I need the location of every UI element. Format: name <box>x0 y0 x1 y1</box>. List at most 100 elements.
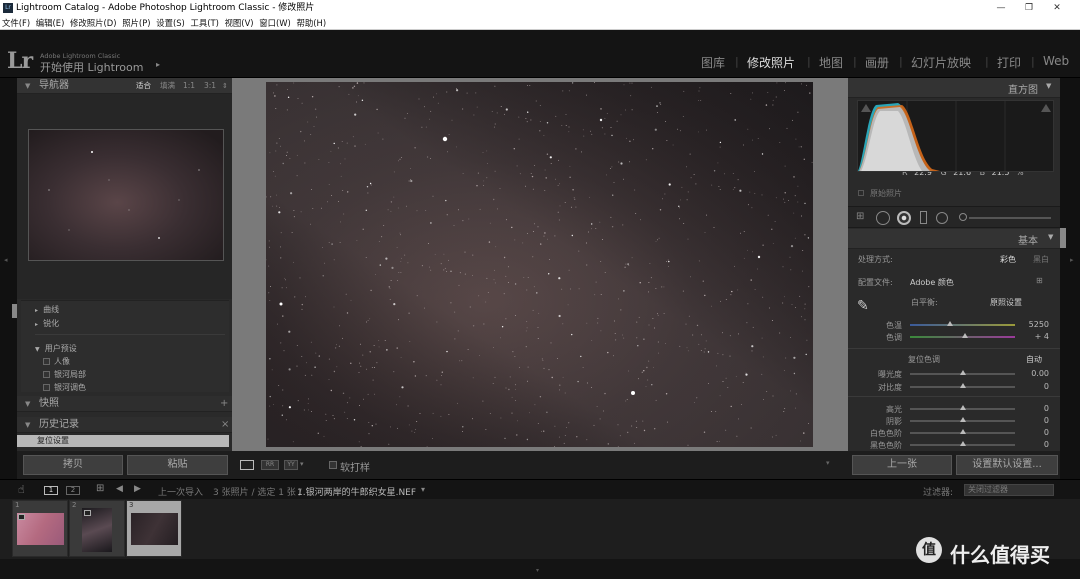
zoom-fill[interactable]: 填满 <box>160 78 175 94</box>
profile-browser-icon[interactable]: ⊞ <box>1036 276 1043 285</box>
source-label[interactable]: 上一次导入 <box>158 485 203 498</box>
shadow-clipping-icon[interactable] <box>861 104 871 112</box>
page-2-button[interactable]: 2 <box>66 486 80 495</box>
right-scrollbar-thumb[interactable] <box>1060 228 1066 248</box>
before-after-icon[interactable]: RR <box>261 460 279 470</box>
softproof-checkbox[interactable] <box>329 461 337 469</box>
tone-label[interactable]: 复位色调 <box>908 354 940 365</box>
temp-value[interactable]: 5250 <box>1009 320 1049 329</box>
minimize-icon[interactable]: — <box>988 0 1014 16</box>
highlights-slider[interactable] <box>910 405 1015 410</box>
navigator-preview[interactable] <box>28 129 224 261</box>
treatment-color-option[interactable]: 彩色 <box>1000 254 1016 265</box>
hand-icon[interactable]: ☝ <box>18 483 25 496</box>
profile-dropdown[interactable]: Adobe 颜色 <box>910 277 954 288</box>
add-snapshot-button[interactable]: + <box>220 396 228 412</box>
preset-group-user[interactable]: ▼ 用户预设 <box>35 343 77 354</box>
close-icon[interactable]: ✕ <box>1044 0 1070 16</box>
treatment-bw-option[interactable]: 黑白 <box>1033 254 1049 265</box>
exposure-value[interactable]: 0.00 <box>1009 369 1049 378</box>
shadows-slider[interactable] <box>910 417 1015 422</box>
grid-icon[interactable]: ⊞ <box>96 483 104 494</box>
preset-item[interactable]: 银河局部 <box>43 369 86 380</box>
white-balance-dropdown[interactable]: 原照设置 <box>990 297 1022 308</box>
white-balance-eyedropper-icon[interactable]: ✎ <box>857 298 869 314</box>
contrast-value[interactable]: 0 <box>1009 382 1049 391</box>
navigator-header[interactable]: ▼ 导航器 适合 填满 1:1 3:1 ⇕ <box>17 78 232 94</box>
slider-knob[interactable] <box>959 370 966 375</box>
zoom-1-1[interactable]: 1:1 <box>183 78 195 94</box>
disclosure-down-icon[interactable]: ▼ <box>25 78 30 94</box>
tint-value[interactable]: + 4 <box>1009 332 1049 341</box>
zoom-menu-icon[interactable]: ⇕ <box>222 78 228 94</box>
menu-help[interactable]: 帮助(H) <box>297 18 327 28</box>
menu-photo[interactable]: 照片(P) <box>122 18 150 28</box>
disclosure-down-icon[interactable]: ▼ <box>25 417 30 433</box>
tool-slider[interactable] <box>969 217 1051 219</box>
before-after-split-icon[interactable]: YY <box>284 460 298 470</box>
red-eye-icon[interactable] <box>897 211 911 225</box>
zoom-fit[interactable]: 适合 <box>136 78 151 94</box>
disclosure-down-icon[interactable]: ▼ <box>1048 233 1053 241</box>
thumbnail-cell[interactable]: 2 <box>69 500 125 557</box>
set-default-button[interactable]: 设置默认设置... <box>956 455 1058 475</box>
spot-removal-icon[interactable] <box>876 211 890 225</box>
history-header[interactable]: ▼ 历史记录 × <box>17 417 232 433</box>
menu-edit[interactable]: 编辑(E) <box>36 18 65 28</box>
whites-value[interactable]: 0 <box>1009 428 1049 437</box>
snapshots-header[interactable]: ▼ 快照 + <box>17 396 232 412</box>
menu-window[interactable]: 窗口(W) <box>259 18 291 28</box>
preset-item[interactable]: 银河调色 <box>43 382 86 393</box>
main-photo[interactable] <box>266 82 813 447</box>
radial-filter-icon[interactable] <box>936 212 948 224</box>
module-book[interactable]: 画册 <box>865 54 889 71</box>
loupe-view-icon[interactable] <box>240 460 254 470</box>
previous-button[interactable]: 上一张 <box>852 455 952 475</box>
forward-arrow-icon[interactable]: ▶ <box>134 484 141 494</box>
exposure-slider[interactable] <box>910 370 1015 375</box>
brush-icon[interactable] <box>959 213 967 221</box>
zoom-3-1[interactable]: 3:1 <box>204 78 216 94</box>
crop-grid-icon[interactable]: ⊞ <box>856 211 864 222</box>
chevron-down-icon[interactable]: ▾ <box>300 460 304 468</box>
highlight-clipping-icon[interactable] <box>1041 104 1051 112</box>
filename-dropdown-icon[interactable]: ▾ <box>421 485 425 494</box>
histogram-header[interactable]: 直方图 ▼ <box>848 78 1060 98</box>
menu-file[interactable]: 文件(F) <box>2 18 30 28</box>
menu-develop[interactable]: 修改照片(D) <box>70 18 116 28</box>
module-print[interactable]: 打印 <box>997 54 1021 71</box>
preset-group-curves[interactable]: ▸ 曲线 <box>35 304 59 315</box>
filter-dropdown[interactable]: 关闭过滤器 <box>964 484 1054 496</box>
graduated-filter-icon[interactable] <box>920 211 927 224</box>
get-started-link[interactable]: 开始使用 Lightroom <box>40 59 143 75</box>
slider-knob[interactable] <box>959 441 966 446</box>
basic-header[interactable]: 基本 ▼ <box>848 229 1060 249</box>
thumbnail-cell-selected[interactable]: 3 <box>126 500 182 557</box>
disclosure-down-icon[interactable]: ▼ <box>25 396 30 412</box>
blacks-value[interactable]: 0 <box>1009 440 1049 449</box>
menu-settings[interactable]: 设置(S) <box>156 18 185 28</box>
module-map[interactable]: 地图 <box>819 54 843 71</box>
contrast-slider[interactable] <box>910 383 1015 388</box>
preset-item[interactable]: 人像 <box>43 356 70 367</box>
history-item[interactable]: 复位设置 <box>17 435 229 447</box>
module-library[interactable]: 图库 <box>701 54 725 71</box>
tint-slider[interactable] <box>910 333 1015 338</box>
paste-button[interactable]: 粘贴 <box>127 455 228 475</box>
shadows-value[interactable]: 0 <box>1009 416 1049 425</box>
module-web[interactable]: Web <box>1043 54 1069 68</box>
slider-knob[interactable] <box>961 333 968 338</box>
preset-group-sharpen[interactable]: ▸ 锐化 <box>35 318 59 329</box>
highlights-value[interactable]: 0 <box>1009 404 1049 413</box>
slider-knob[interactable] <box>946 321 953 326</box>
slider-knob[interactable] <box>959 417 966 422</box>
page-1-button[interactable]: 1 <box>44 486 58 495</box>
toolbar-menu-icon[interactable]: ▾ <box>826 459 830 467</box>
maximize-icon[interactable]: ❐ <box>1016 0 1042 16</box>
disclosure-down-icon[interactable]: ▼ <box>1046 82 1051 90</box>
slider-knob[interactable] <box>959 405 966 410</box>
auto-tone-button[interactable]: 自动 <box>1026 354 1042 365</box>
blacks-slider[interactable] <box>910 441 1015 446</box>
thumbnail-cell[interactable]: 1 <box>12 500 68 557</box>
play-arrow-icon[interactable]: ▸ <box>156 60 160 69</box>
